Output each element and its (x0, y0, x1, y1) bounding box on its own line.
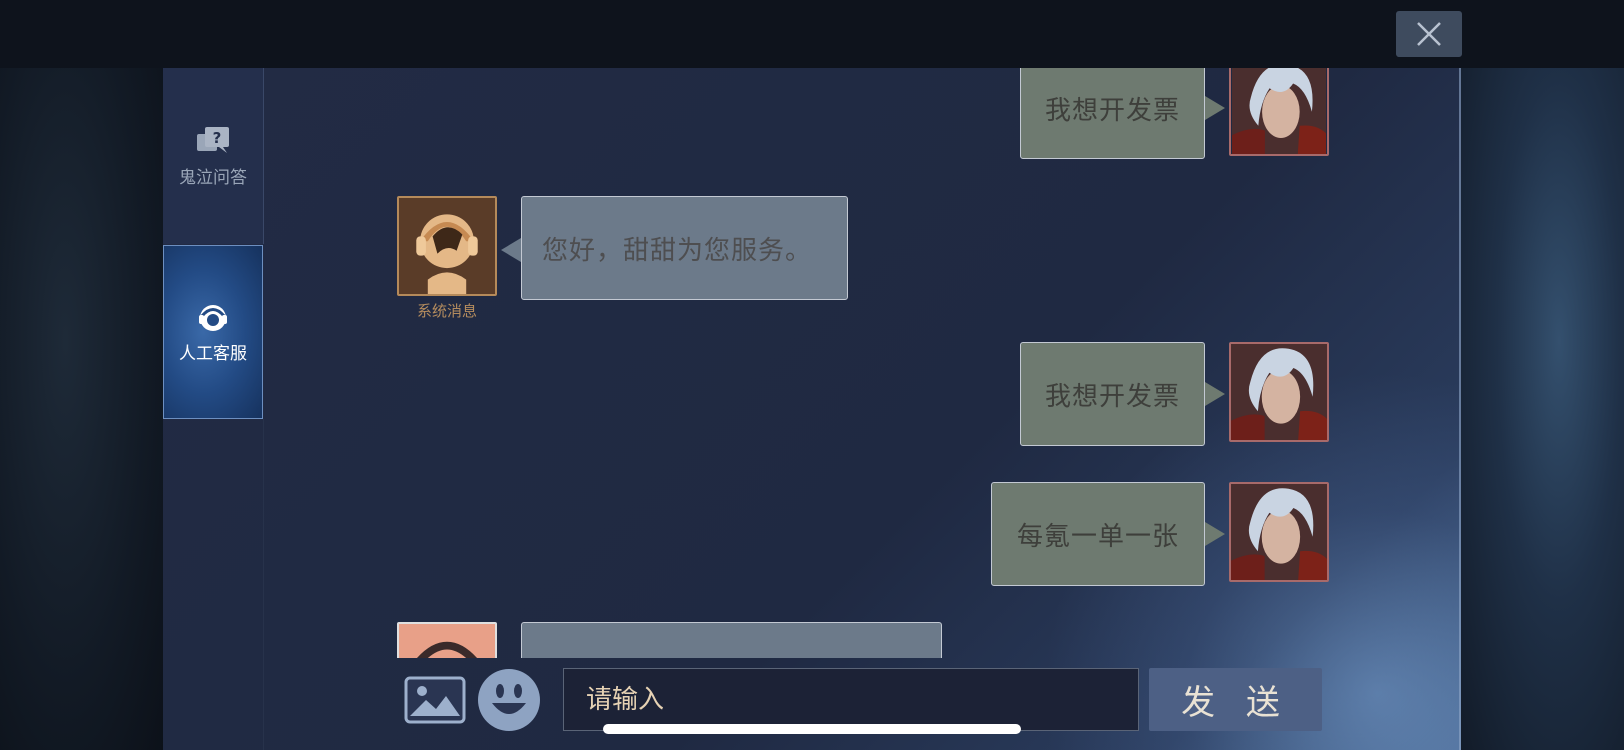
sidebar-item-customer-service[interactable]: 人工客服 (163, 245, 263, 419)
svg-text:?: ? (213, 129, 222, 147)
image-icon (404, 676, 466, 724)
message-text: 我想开发票 (1044, 96, 1180, 126)
close-button[interactable] (1396, 11, 1462, 57)
close-icon (1417, 22, 1441, 46)
user-avatar (1229, 342, 1329, 442)
agent-avatar (397, 622, 497, 658)
bubble-tail (1205, 382, 1225, 406)
portrait-icon (1231, 344, 1327, 440)
message-text: 我想开发票 (1044, 381, 1180, 412)
bubble-tail (1205, 96, 1225, 120)
message-bubble-incoming: 您好，甜甜为您服务。 (521, 196, 848, 300)
bubble-tail (1205, 522, 1225, 546)
portrait-icon (1231, 484, 1327, 580)
emoji-icon (478, 669, 540, 731)
message-bubble-outgoing: 每氪一单一张 (991, 482, 1205, 586)
bubble-tail (501, 238, 521, 262)
top-bar (0, 0, 1624, 68)
background-right (1461, 68, 1624, 750)
message-bubble-outgoing: 我想开发票 (1020, 68, 1205, 159)
message-input[interactable] (563, 668, 1139, 731)
background-left (0, 68, 163, 750)
user-avatar (1229, 68, 1329, 156)
message-list[interactable]: 我想开发票 系统消息 您好，甜甜为您服务。 我想开发票 每氪一单一张 (263, 68, 1461, 658)
emoji-button[interactable] (476, 667, 542, 733)
headset-agent-icon (199, 304, 227, 331)
question-chat-icon: ? (197, 126, 229, 153)
sidebar: ? 鬼泣问答 人工客服 (163, 68, 264, 750)
message-text: 每氪一单一张 (1016, 521, 1179, 552)
sidebar-item-label: 人工客服 (179, 343, 247, 364)
home-indicator[interactable] (603, 724, 1021, 734)
sidebar-empty (163, 419, 264, 750)
message-text: 您好，甜甜为您服务。 (542, 235, 813, 266)
portrait-icon (1232, 68, 1326, 154)
sidebar-item-label: 鬼泣问答 (179, 167, 247, 188)
system-avatar (397, 196, 497, 296)
user-avatar (1229, 482, 1329, 582)
sidebar-item-faq[interactable]: ? 鬼泣问答 (163, 68, 264, 244)
system-caption: 系统消息 (416, 302, 477, 320)
message-bubble-incoming (521, 622, 942, 658)
support-agent-icon (399, 624, 495, 658)
message-bubble-outgoing: 我想开发票 (1020, 342, 1205, 446)
image-button[interactable] (404, 676, 466, 724)
support-agent-icon (399, 198, 495, 294)
send-button[interactable]: 发 送 (1149, 668, 1322, 731)
